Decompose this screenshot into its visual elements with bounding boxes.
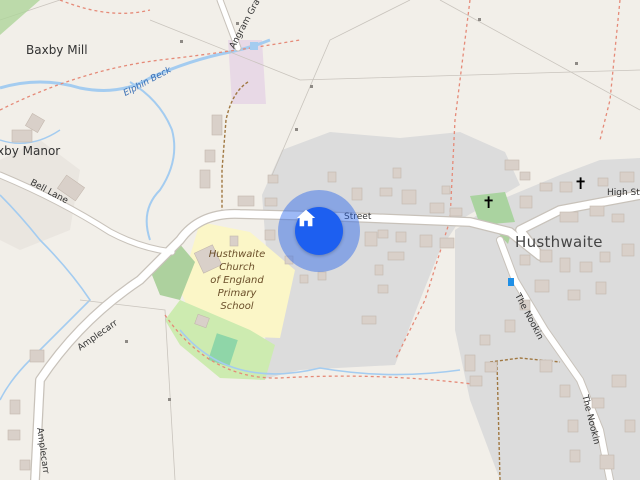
plot-pink [228,40,266,104]
home-location-marker[interactable] [295,207,343,255]
map-view[interactable]: ✝ ✝ Baxby Mill xby Manor Husthwaite Bell… [0,0,640,480]
school-label-line: Primary [217,288,257,299]
church-icon: ✝ [482,193,496,212]
school-label-line: School [220,301,254,312]
place-label-baxby-mill: Baxby Mill [26,43,88,57]
home-icon [296,209,316,227]
place-label-baxby-manor: xby Manor [0,144,61,158]
church-icon: ✝ [574,174,588,193]
school-label-line: of England [210,275,264,286]
school-label: Husthwaite Church of England Primary Sch… [205,248,269,313]
school-label-line: Church [219,262,255,273]
school-label-line: Husthwaite [208,249,266,260]
road-label-high-street: High St [607,188,640,198]
place-label-husthwaite: Husthwaite [515,233,603,251]
